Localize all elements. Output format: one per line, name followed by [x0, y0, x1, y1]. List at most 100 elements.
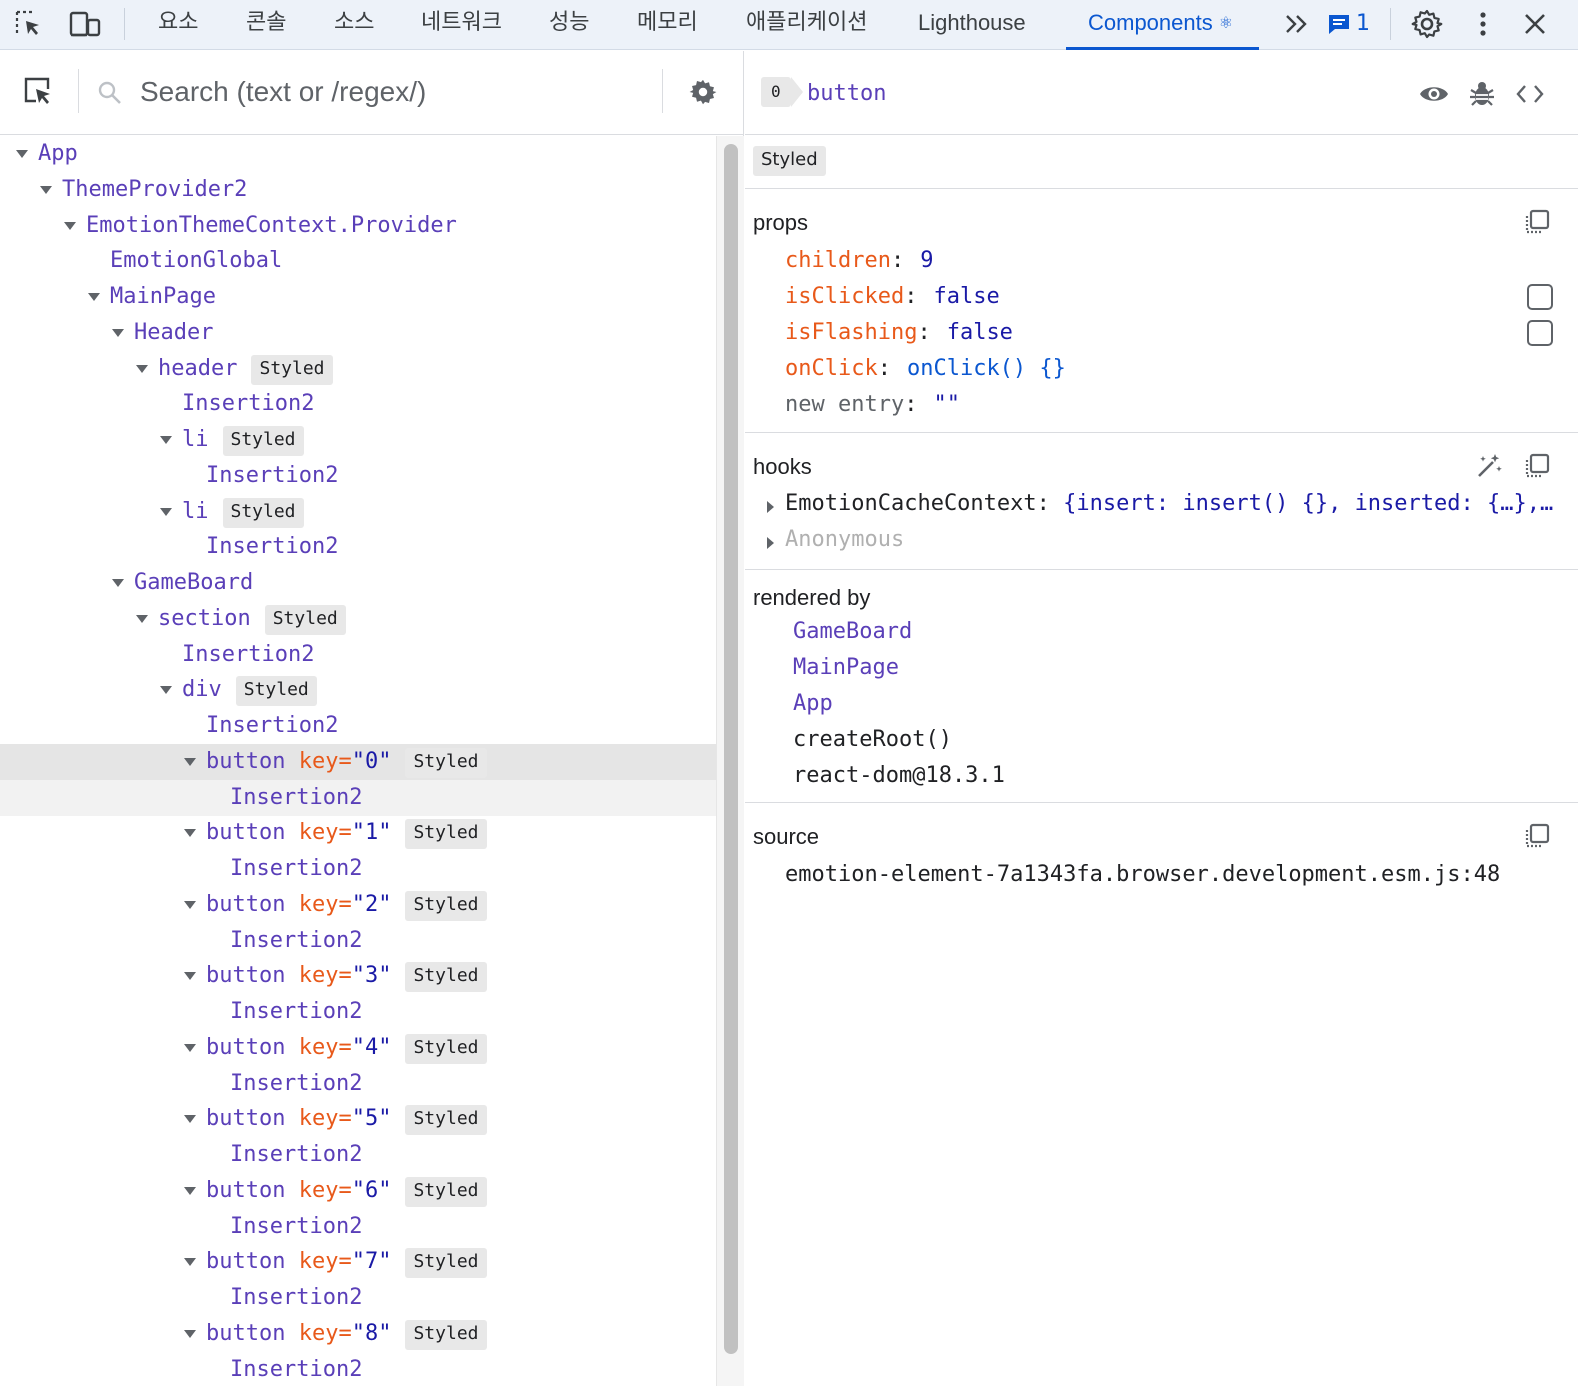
tab-console[interactable]: 콘솔: [246, 0, 286, 50]
source-location[interactable]: emotion-element-7a1343fa.browser.develop…: [785, 862, 1500, 887]
tree-row[interactable]: li Styled: [0, 494, 716, 530]
tab-performance[interactable]: 성능: [549, 0, 589, 50]
tree-row[interactable]: Insertion2: [0, 1352, 716, 1386]
isflashing-checkbox[interactable]: [1527, 320, 1553, 346]
tree-scrollbar-thumb[interactable]: [724, 144, 738, 1354]
tree-row[interactable]: button key="0" Styled: [0, 743, 716, 780]
issues-count[interactable]: 1: [1356, 0, 1370, 50]
collapse-arrow-icon[interactable]: [184, 1186, 196, 1195]
tab-memory[interactable]: 메모리: [637, 0, 698, 50]
tree-row[interactable]: Insertion2: [0, 923, 716, 959]
tree-row[interactable]: EmotionThemeContext.Provider: [0, 208, 716, 244]
collapse-arrow-icon[interactable]: [16, 150, 28, 158]
tree-row[interactable]: button key="7" Styled: [0, 1244, 716, 1280]
owner-mainpage[interactable]: MainPage: [793, 655, 899, 680]
tree-row[interactable]: Insertion2: [0, 779, 716, 816]
copy-source-icon[interactable]: [1523, 822, 1551, 850]
tree-scrollbar[interactable]: [716, 136, 744, 1386]
hook-anonymous[interactable]: Anonymous: [767, 527, 904, 552]
copy-hooks-icon[interactable]: [1523, 452, 1551, 480]
tree-row[interactable]: Header: [0, 315, 716, 351]
tree-row[interactable]: section Styled: [0, 601, 716, 637]
tree-row[interactable]: button key="3" Styled: [0, 958, 716, 994]
tree-row[interactable]: button key="1" Styled: [0, 815, 716, 851]
settings-icon[interactable]: [1410, 7, 1444, 41]
owner-app[interactable]: App: [793, 691, 833, 716]
issues-icon[interactable]: [1322, 7, 1356, 41]
tab-sources[interactable]: 소스: [334, 0, 374, 50]
bug-icon[interactable]: [1465, 77, 1499, 111]
tree-settings-icon[interactable]: [688, 77, 718, 111]
tab-network[interactable]: 네트워크: [421, 0, 502, 50]
tree-row[interactable]: MainPage: [0, 279, 716, 315]
tab-lighthouse[interactable]: Lighthouse: [918, 0, 1026, 50]
search-input[interactable]: [140, 71, 640, 113]
copy-props-icon[interactable]: [1523, 208, 1551, 236]
tree-row[interactable]: App: [0, 136, 716, 172]
expand-arrow-icon[interactable]: [767, 501, 774, 513]
select-element-icon[interactable]: [22, 75, 56, 109]
inspect-element-icon[interactable]: [12, 7, 46, 41]
collapse-arrow-icon[interactable]: [160, 686, 172, 695]
tab-elements[interactable]: 요소: [158, 0, 198, 50]
tree-row[interactable]: Insertion2: [0, 637, 716, 673]
tree-row[interactable]: Insertion2: [0, 1280, 716, 1316]
collapse-arrow-icon[interactable]: [184, 757, 196, 766]
tree-row[interactable]: div Styled: [0, 672, 716, 708]
tree-component-name: section Styled: [158, 601, 346, 637]
tree-row[interactable]: Insertion2: [0, 1137, 716, 1173]
tree-row[interactable]: ThemeProvider2: [0, 172, 716, 208]
collapse-arrow-icon[interactable]: [184, 1329, 196, 1338]
collapse-arrow-icon[interactable]: [184, 1115, 196, 1124]
collapse-arrow-icon[interactable]: [112, 579, 124, 587]
tree-row[interactable]: GameBoard: [0, 565, 716, 601]
tree-row[interactable]: button key="5" Styled: [0, 1101, 716, 1137]
tree-row[interactable]: Insertion2: [0, 458, 716, 494]
tree-row[interactable]: Insertion2: [0, 708, 716, 744]
tree-row[interactable]: button key="8" Styled: [0, 1316, 716, 1352]
tree-row[interactable]: button key="6" Styled: [0, 1173, 716, 1209]
close-icon[interactable]: [1518, 7, 1552, 41]
collapse-arrow-icon[interactable]: [160, 507, 172, 516]
tree-row[interactable]: Insertion2: [0, 529, 716, 565]
tree-row[interactable]: Insertion2: [0, 851, 716, 887]
kebab-menu-icon[interactable]: [1466, 7, 1500, 41]
expand-arrow-icon[interactable]: [767, 537, 774, 549]
collapse-arrow-icon[interactable]: [88, 293, 100, 301]
isclicked-checkbox[interactable]: [1527, 284, 1553, 310]
more-tabs-icon[interactable]: [1280, 7, 1314, 41]
collapse-arrow-icon[interactable]: [136, 614, 148, 623]
collapse-arrow-icon[interactable]: [64, 221, 76, 230]
tab-application[interactable]: 애플리케이션: [746, 0, 867, 50]
tree-row[interactable]: header Styled: [0, 351, 716, 387]
tree-row[interactable]: li Styled: [0, 422, 716, 458]
collapse-arrow-icon[interactable]: [160, 436, 172, 444]
tree-row[interactable]: Insertion2: [0, 386, 716, 422]
tree-row[interactable]: button key="4" Styled: [0, 1030, 716, 1066]
tree-row[interactable]: button key="2" Styled: [0, 887, 716, 923]
collapse-arrow-icon[interactable]: [136, 364, 148, 373]
hook-emotioncachecontext[interactable]: EmotionCacheContext: {insert: insert() {…: [767, 491, 1553, 516]
tree-row[interactable]: Insertion2: [0, 1209, 716, 1245]
collapse-arrow-icon[interactable]: [184, 1043, 196, 1052]
prop-onclick[interactable]: onClick: onClick() {}: [785, 356, 1066, 381]
device-toggle-icon[interactable]: [68, 7, 102, 41]
collapse-arrow-icon[interactable]: [184, 1258, 196, 1267]
collapse-arrow-icon[interactable]: [184, 900, 196, 909]
tree-row[interactable]: EmotionGlobal: [0, 243, 716, 279]
owner-gameboard[interactable]: GameBoard: [793, 619, 912, 644]
tab-components[interactable]: Components ⚛: [1065, 0, 1260, 50]
tree-row[interactable]: Insertion2: [0, 994, 716, 1030]
collapse-arrow-icon[interactable]: [112, 328, 124, 337]
prop-isclicked[interactable]: isClicked: false: [785, 284, 1000, 309]
prop-children[interactable]: children: 9: [785, 248, 933, 273]
view-source-icon[interactable]: [1513, 77, 1547, 111]
collapse-arrow-icon[interactable]: [184, 829, 196, 838]
eye-icon[interactable]: [1417, 77, 1451, 111]
collapse-arrow-icon[interactable]: [40, 185, 52, 194]
tree-row[interactable]: Insertion2: [0, 1066, 716, 1102]
collapse-arrow-icon[interactable]: [184, 972, 196, 981]
prop-isflashing[interactable]: isFlashing: false: [785, 320, 1013, 345]
parse-hook-names-icon[interactable]: [1475, 452, 1503, 480]
new-prop-entry[interactable]: new entry: "": [785, 392, 960, 417]
